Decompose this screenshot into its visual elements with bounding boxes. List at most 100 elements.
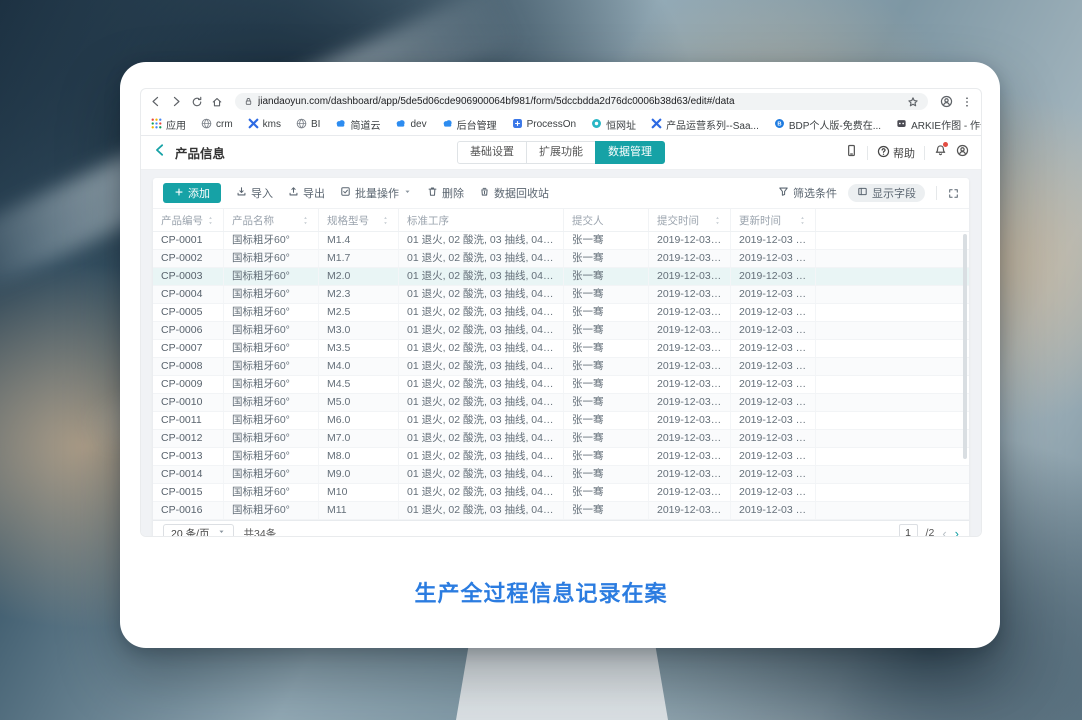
table-row[interactable]: CP-0014国标粗牙60°M9.001 退火, 02 酸洗, 03 抽线, 0… (153, 466, 969, 484)
tab-2[interactable]: 扩展功能 (526, 141, 596, 164)
column-header-submit_time[interactable]: 提交时间 (649, 209, 731, 231)
next-page-button[interactable]: › (955, 527, 959, 538)
account-icon[interactable] (956, 144, 969, 162)
table-body: CP-0001国标粗牙60°M1.401 退火, 02 酸洗, 03 抽线, 0… (153, 232, 969, 520)
recycle-bin-button[interactable]: 数据回收站 (479, 185, 549, 201)
video-caption: 生产全过程信息记录在案 (0, 576, 1082, 608)
table-row[interactable]: CP-0009国标粗牙60°M4.501 退火, 02 酸洗, 03 抽线, 0… (153, 376, 969, 394)
cell-name: 国标粗牙60° (224, 322, 319, 339)
fullscreen-icon[interactable] (948, 188, 959, 199)
forward-icon[interactable] (170, 95, 183, 108)
bookmark-item[interactable]: kms (248, 116, 281, 134)
bookmark-item[interactable]: ARKIE作图 - 作个... (896, 116, 981, 134)
app-header: 产品信息 基础设置扩展功能数据管理 帮助 (141, 136, 981, 170)
sort-icon[interactable] (381, 216, 390, 225)
bookmark-item[interactable]: dev (395, 116, 426, 134)
home-icon[interactable] (211, 96, 223, 108)
sort-icon[interactable] (798, 216, 807, 225)
cell-submit_time: 2019-12-03 19:06:17 (649, 430, 731, 447)
cell-process: 01 退火, 02 酸洗, 03 抽线, 04 成型, 05 搓牙, 06 热.… (399, 250, 564, 267)
cell-submitter: 张一骞 (564, 232, 649, 249)
bookmark-item[interactable]: 恒网址 (591, 116, 636, 134)
toolbar-right: 筛选条件 显示字段 (778, 184, 959, 202)
svg-text:B: B (777, 121, 781, 127)
address-bar[interactable]: jiandaoyun.com/dashboard/app/5de5d06cde9… (235, 93, 928, 110)
cell-filler (816, 322, 969, 339)
monitor-stand (456, 645, 668, 720)
column-header-name[interactable]: 产品名称 (224, 209, 319, 231)
mobile-preview-icon[interactable] (845, 144, 858, 162)
vertical-scrollbar[interactable] (963, 234, 967, 459)
bookmark-item[interactable]: 应用 (151, 116, 186, 134)
table-row[interactable]: CP-0003国标粗牙60°M2.001 退火, 02 酸洗, 03 抽线, 0… (153, 268, 969, 286)
cell-submit_time: 2019-12-03 19:06:17 (649, 286, 731, 303)
cell-name: 国标粗牙60° (224, 340, 319, 357)
table-row[interactable]: CP-0002国标粗牙60°M1.701 退火, 02 酸洗, 03 抽线, 0… (153, 250, 969, 268)
cell-model: M4.5 (319, 376, 399, 393)
cell-submit_time: 2019-12-03 19:06:17 (649, 376, 731, 393)
table-row[interactable]: CP-0011国标粗牙60°M6.001 退火, 02 酸洗, 03 抽线, 0… (153, 412, 969, 430)
cell-submit_time: 2019-12-03 19:06:17 (649, 412, 731, 429)
help-label: 帮助 (893, 145, 915, 161)
table-row[interactable]: CP-0010国标粗牙60°M5.001 退火, 02 酸洗, 03 抽线, 0… (153, 394, 969, 412)
show-fields-button[interactable]: 显示字段 (848, 184, 925, 202)
cell-submitter: 张一骞 (564, 340, 649, 357)
cell-id: CP-0015 (153, 484, 224, 501)
cell-filler (816, 358, 969, 375)
sort-icon[interactable] (206, 216, 215, 225)
browser-menu-icon[interactable] (961, 96, 973, 108)
cell-update_time: 2019-12-03 19:06:17 (731, 448, 816, 465)
bookmark-item[interactable]: BBDP个人版-免费在... (774, 116, 881, 134)
export-button[interactable]: 导出 (288, 185, 325, 201)
sort-icon[interactable] (713, 216, 722, 225)
add-button[interactable]: 添加 (163, 183, 221, 203)
column-label: 提交时间 (657, 213, 699, 228)
bookmark-label: dev (410, 119, 426, 130)
bookmark-item[interactable]: 简道云 (335, 116, 380, 134)
cell-submitter: 张一骞 (564, 412, 649, 429)
back-chevron-icon[interactable] (153, 143, 167, 162)
delete-button[interactable]: 删除 (427, 185, 464, 201)
cell-model: M1.7 (319, 250, 399, 267)
prev-page-button[interactable]: ‹ (942, 527, 946, 538)
cloud-favicon-icon (335, 116, 346, 134)
cell-update_time: 2019-12-03 19:06:17 (731, 394, 816, 411)
notifications-button[interactable] (934, 144, 947, 162)
column-header-model[interactable]: 规格型号 (319, 209, 399, 231)
cell-process: 01 退火, 02 酸洗, 03 抽线, 04 成型, 05 搓牙, 06 热.… (399, 430, 564, 447)
bookmark-item[interactable]: ProcessOn (512, 116, 576, 134)
table-row[interactable]: CP-0012国标粗牙60°M7.001 退火, 02 酸洗, 03 抽线, 0… (153, 430, 969, 448)
bookmark-item[interactable]: 产品运营系列--Saa... (651, 116, 759, 134)
table-row[interactable]: CP-0001国标粗牙60°M1.401 退火, 02 酸洗, 03 抽线, 0… (153, 232, 969, 250)
table-row[interactable]: CP-0015国标粗牙60°M1001 退火, 02 酸洗, 03 抽线, 04… (153, 484, 969, 502)
column-header-update_time[interactable]: 更新时间 (731, 209, 816, 231)
filter-button[interactable]: 筛选条件 (778, 185, 837, 201)
help-button[interactable]: 帮助 (877, 145, 915, 161)
table-row[interactable]: CP-0007国标粗牙60°M3.501 退火, 02 酸洗, 03 抽线, 0… (153, 340, 969, 358)
tab-1[interactable]: 基础设置 (457, 141, 527, 164)
import-button[interactable]: 导入 (236, 185, 273, 201)
table-row[interactable]: CP-0016国标粗牙60°M1101 退火, 02 酸洗, 03 抽线, 04… (153, 502, 969, 520)
current-page-box[interactable]: 1 (899, 524, 918, 538)
bookmark-item[interactable]: crm (201, 116, 233, 134)
cell-id: CP-0013 (153, 448, 224, 465)
profile-avatar-icon[interactable] (940, 95, 953, 108)
page-size-select[interactable]: 20 条/页 (163, 524, 234, 538)
sort-icon[interactable] (301, 216, 310, 225)
table-row[interactable]: CP-0013国标粗牙60°M8.001 退火, 02 酸洗, 03 抽线, 0… (153, 448, 969, 466)
globe-favicon-icon (201, 116, 212, 134)
bookmark-star-icon[interactable] (907, 96, 919, 108)
batch-actions-button[interactable]: 批量操作 (340, 185, 412, 201)
refresh-icon[interactable] (191, 96, 203, 108)
cell-update_time: 2019-12-03 19:06:17 (731, 232, 816, 249)
table-row[interactable]: CP-0008国标粗牙60°M4.001 退火, 02 酸洗, 03 抽线, 0… (153, 358, 969, 376)
back-icon[interactable] (149, 95, 162, 108)
table-row[interactable]: CP-0004国标粗牙60°M2.301 退火, 02 酸洗, 03 抽线, 0… (153, 286, 969, 304)
column-label: 产品编号 (161, 213, 203, 228)
bookmark-item[interactable]: BI (296, 116, 320, 134)
tab-3[interactable]: 数据管理 (595, 141, 665, 164)
table-row[interactable]: CP-0005国标粗牙60°M2.501 退火, 02 酸洗, 03 抽线, 0… (153, 304, 969, 322)
bookmark-item[interactable]: 后台管理 (442, 116, 497, 134)
column-header-id[interactable]: 产品编号 (153, 209, 224, 231)
table-row[interactable]: CP-0006国标粗牙60°M3.001 退火, 02 酸洗, 03 抽线, 0… (153, 322, 969, 340)
